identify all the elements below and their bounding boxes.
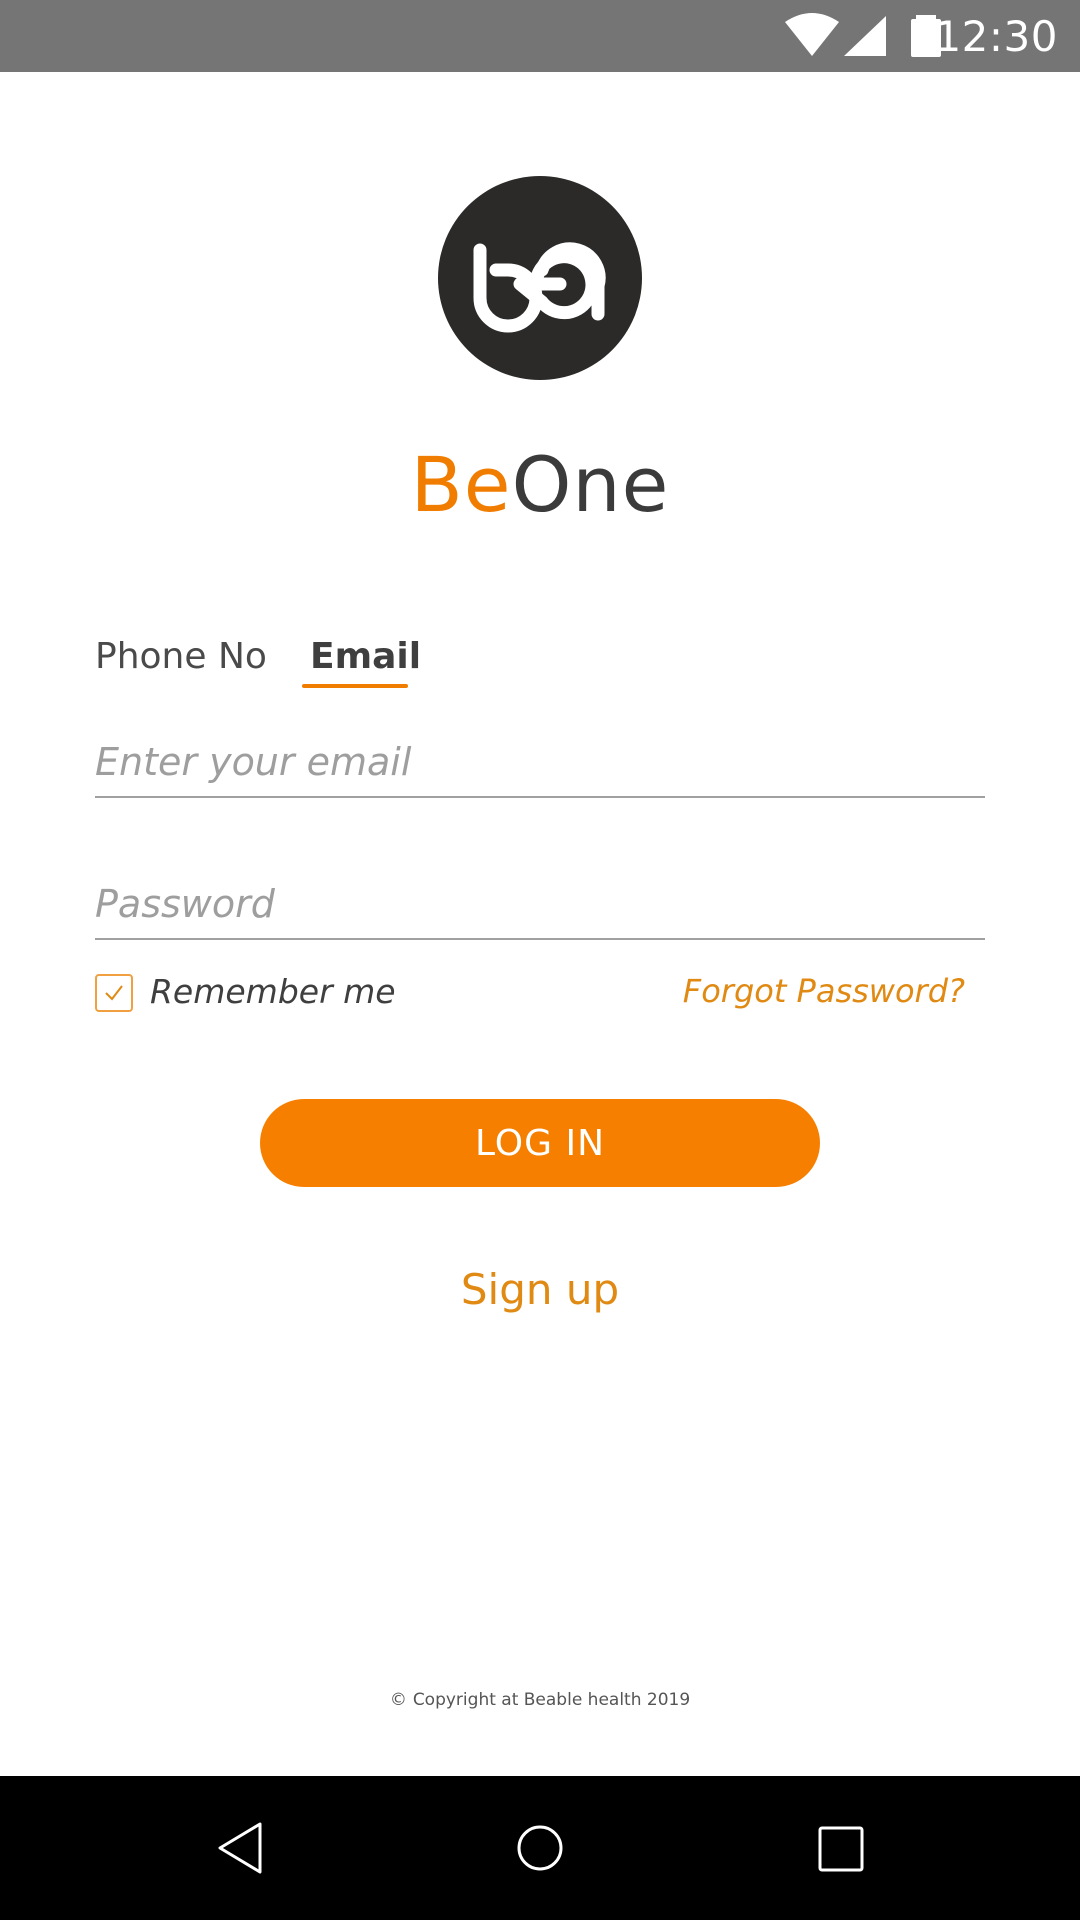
- brand-part-one: One: [511, 440, 670, 529]
- status-bar: 12:30: [0, 0, 1080, 72]
- brand-part-be: Be: [410, 440, 512, 529]
- password-input[interactable]: [95, 870, 985, 940]
- recents-icon[interactable]: [768, 1776, 912, 1920]
- check-icon: [105, 985, 123, 1001]
- login-button[interactable]: LOG IN: [260, 1099, 820, 1187]
- status-time: 12:30: [934, 12, 1058, 61]
- beone-logo-icon: [473, 242, 606, 333]
- signup-link[interactable]: Sign up: [0, 1265, 1080, 1314]
- copyright-text: © Copyright at Beable health 2019: [0, 1690, 1080, 1710]
- tab-phone-no[interactable]: Phone No: [95, 636, 267, 686]
- wifi-icon: [785, 13, 839, 56]
- app-logo: [438, 176, 642, 380]
- back-icon[interactable]: [168, 1776, 312, 1920]
- copyright-icon: ©: [389, 1690, 407, 1710]
- navigation-bar: [0, 1776, 1080, 1920]
- tab-email-underline: [302, 684, 408, 688]
- home-icon[interactable]: [468, 1776, 612, 1920]
- signal-icon: [844, 16, 886, 56]
- tab-email[interactable]: Email: [310, 636, 421, 686]
- login-screen: 12:30 BeOne Phone No Email Remember me F…: [0, 0, 1080, 1920]
- email-input[interactable]: [95, 728, 985, 798]
- brand-name: BeOne: [0, 440, 1080, 529]
- copyright-label: Copyright at Beable health 2019: [412, 1690, 691, 1710]
- forgot-password-link[interactable]: Forgot Password?: [683, 972, 965, 1010]
- remember-me-label[interactable]: Remember me: [150, 972, 396, 1011]
- remember-me-checkbox[interactable]: [95, 974, 133, 1012]
